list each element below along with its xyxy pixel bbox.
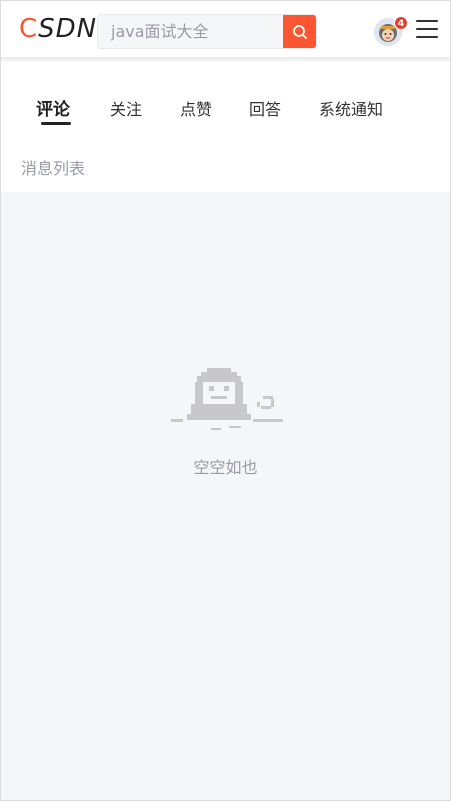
tab-system-notifications[interactable]: 系统通知 [319,98,383,124]
logo-letter-c: C [19,14,39,44]
logo-letters: SDN [38,14,98,44]
user-avatar-button[interactable]: 4 [374,16,408,48]
empty-state-text: 空空如也 [193,458,258,477]
hamburger-menu-icon[interactable] [416,20,438,42]
app-frame: CSDN java面试大全 4 评论 关注 点赞 回答 系统通知 消息列表 空空… [0,0,451,801]
tab-comments[interactable]: 评论 [36,98,70,124]
search-input[interactable] [98,15,284,48]
tab-answers[interactable]: 回答 [249,98,281,124]
search-icon [292,24,307,39]
empty-state: 空空如也 [1,192,450,800]
search-box [97,14,317,49]
csdn-logo[interactable]: CSDN [19,15,97,43]
tab-follows[interactable]: 关注 [110,98,142,124]
message-tabs: 评论 关注 点赞 回答 系统通知 消息列表 [1,62,450,192]
active-tab-indicator [41,122,71,125]
top-header: CSDN java面试大全 4 [1,1,450,58]
tab-likes[interactable]: 点赞 [180,98,212,124]
empty-monkey-icon [171,368,283,430]
section-title: 消息列表 [21,159,86,178]
notification-badge: 4 [394,16,408,30]
search-button[interactable] [283,15,316,48]
